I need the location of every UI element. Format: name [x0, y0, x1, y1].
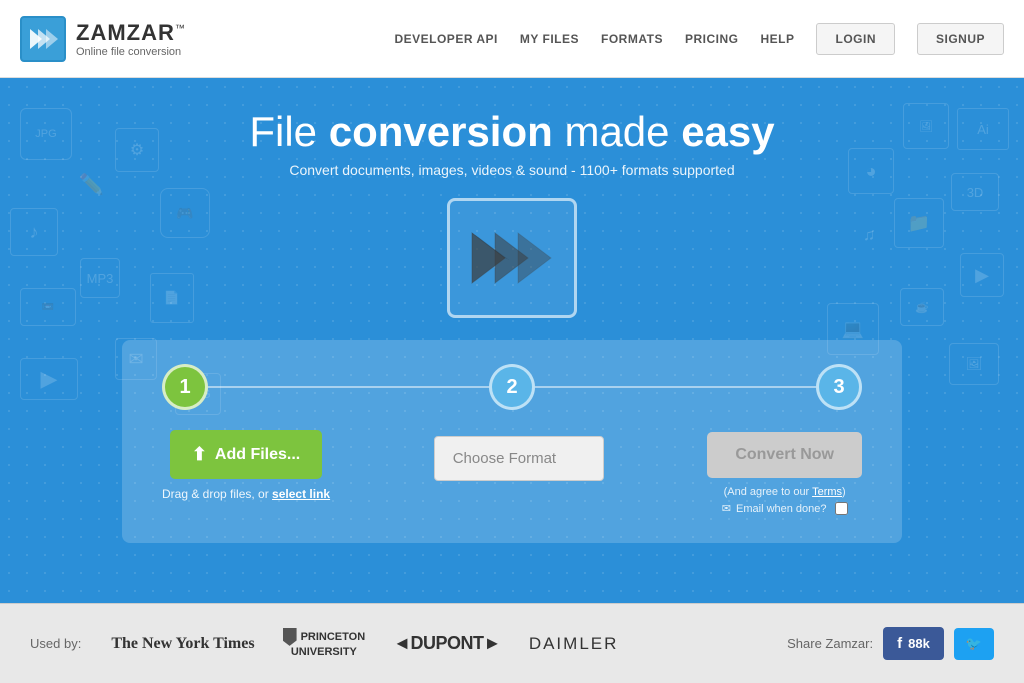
nav-developer-api[interactable]: DEVELOPER API — [394, 32, 497, 46]
nav-pricing[interactable]: PRICING — [685, 32, 739, 46]
used-by-label: Used by: — [30, 636, 81, 651]
logo-text: ZAMZAR™ Online file conversion — [76, 20, 186, 58]
fi-mp3: MP3 — [80, 258, 120, 298]
fi-folder: 📁 — [894, 198, 944, 248]
signup-button[interactable]: SIGNUP — [917, 23, 1004, 55]
convert-info: (And agree to our Terms) — [724, 486, 846, 498]
hero-title: File conversion made easy — [249, 108, 774, 156]
fi-cup: ☕ — [900, 288, 944, 326]
fi-video: ▶ — [20, 358, 78, 400]
header: ZAMZAR™ Online file conversion DEVELOPER… — [0, 0, 1024, 78]
email-icon: ✉ — [722, 502, 731, 515]
fi-cassette: 📼 — [20, 288, 76, 326]
format-selector[interactable]: Choose Format — [434, 436, 604, 481]
logo-icon — [20, 16, 66, 62]
nav-my-files[interactable]: MY FILES — [520, 32, 579, 46]
hero-section: JPG ✏️ ♪ ⚙ 🎮 📼 MP3 📄 ▶ ✉ SVG Ai 🖼 ◕ 3D 📁… — [0, 78, 1024, 603]
upload-icon: ⬆ — [192, 444, 207, 465]
email-row: ✉ Email when done? — [722, 502, 848, 515]
fi-img-r2: 🖼 — [949, 343, 999, 385]
brand-logos: The New York Times PRINCETONUNIVERSITY ◄… — [111, 628, 618, 659]
logo-area: ZAMZAR™ Online file conversion — [20, 16, 186, 62]
step1-action: ⬆ Add Files... Drag & drop files, or sel… — [162, 430, 330, 501]
fi-settings: ⚙ — [115, 128, 159, 172]
nav-help[interactable]: HELP — [760, 32, 794, 46]
facebook-share-button[interactable]: f 88k — [883, 627, 944, 660]
fi-play-r: ▶ — [960, 253, 1004, 297]
fi-pencil: ✏️ — [75, 168, 108, 201]
fi-document: 📄 — [150, 273, 194, 323]
footer-left: Used by: The New York Times PRINCETONUNI… — [30, 628, 618, 659]
step-circle-1: 1 — [162, 364, 208, 410]
princeton-shield-icon — [283, 628, 297, 646]
brand-dupont: ◄DUPONT► — [393, 633, 501, 654]
brand-princeton: PRINCETONUNIVERSITY — [283, 628, 366, 659]
main-nav: DEVELOPER API MY FILES FORMATS PRICING H… — [394, 23, 1004, 55]
steps-actions: ⬆ Add Files... Drag & drop files, or sel… — [162, 430, 862, 515]
fi-music2: ♫ — [859, 223, 879, 249]
steps-track: 1 2 3 — [162, 364, 862, 410]
fi-music1: ♪ — [10, 208, 58, 256]
fi-ai: Ai — [957, 108, 1009, 150]
fi-jpg: JPG — [20, 108, 72, 160]
footer: Used by: The New York Times PRINCETONUNI… — [0, 603, 1024, 683]
twitter-share-button[interactable]: 🐦 — [954, 628, 994, 660]
step2-action: Choose Format — [434, 436, 604, 481]
fi-image-r: 🖼 — [903, 103, 949, 149]
twitter-icon: 🐦 — [966, 636, 982, 651]
terms-link[interactable]: Terms — [812, 486, 842, 498]
step-circle-3: 3 — [816, 364, 862, 410]
convert-now-button[interactable]: Convert Now — [707, 432, 862, 478]
steps-container: 1 2 3 ⬆ Add Files... Drag & drop files, … — [122, 340, 902, 543]
step3-action: Convert Now (And agree to our Terms) ✉ E… — [707, 432, 862, 515]
fi-3d: 3D — [951, 173, 999, 211]
brand-daimler: DAIMLER — [529, 634, 619, 654]
email-checkbox[interactable] — [835, 502, 848, 515]
hero-subtitle: Convert documents, images, videos & soun… — [289, 162, 734, 178]
select-link[interactable]: select link — [272, 487, 330, 501]
footer-right: Share Zamzar: f 88k 🐦 — [787, 627, 994, 660]
drag-drop-text: Drag & drop files, or select link — [162, 487, 330, 501]
logo-name: ZAMZAR™ — [76, 20, 186, 46]
share-label: Share Zamzar: — [787, 636, 873, 651]
logo-subtitle: Online file conversion — [76, 46, 186, 58]
login-button[interactable]: LOGIN — [816, 23, 895, 55]
fi-pie: ◕ — [848, 148, 894, 194]
step-circle-2: 2 — [489, 364, 535, 410]
brand-nyt: The New York Times — [111, 635, 254, 653]
add-files-button[interactable]: ⬆ Add Files... — [170, 430, 322, 479]
center-logo — [447, 198, 577, 318]
fi-gameboy: 🎮 — [160, 188, 210, 238]
nav-formats[interactable]: FORMATS — [601, 32, 663, 46]
facebook-icon: f — [897, 635, 902, 652]
